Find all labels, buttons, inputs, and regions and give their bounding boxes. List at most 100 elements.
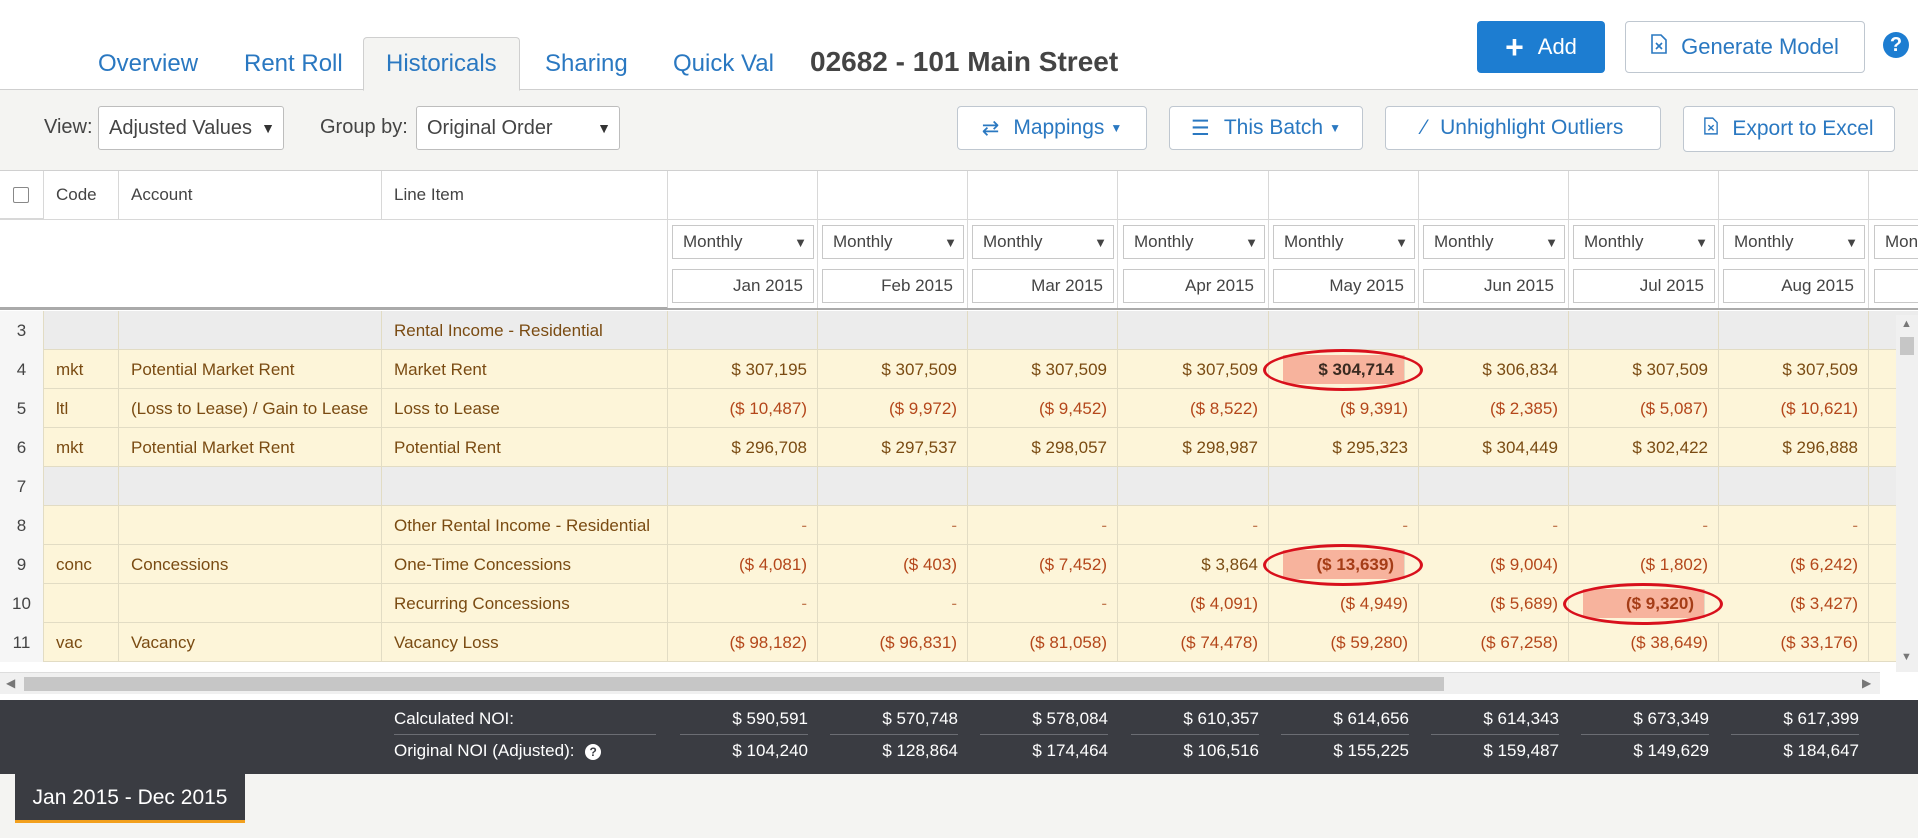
generate-model-button[interactable]: Generate Model [1625, 21, 1865, 73]
export-excel-button[interactable]: Export to Excel [1683, 106, 1895, 152]
row-value-cell: ($ 9,391) [1269, 389, 1419, 428]
row-line-item: Loss to Lease [382, 389, 668, 428]
footer-divider [1431, 734, 1559, 735]
row-account [119, 506, 382, 545]
caret-down-icon: ▼ [794, 234, 807, 250]
row-value-cell: $ 302,422 [1569, 428, 1719, 467]
row-number: 8 [0, 506, 44, 545]
table-row[interactable]: 4 mkt Potential Market Rent Market Rent $ 30… [0, 350, 1918, 389]
period-date-input[interactable]: Jun 2015 [1423, 269, 1565, 303]
row-code: ltl [44, 389, 119, 428]
period-date-input[interactable] [1874, 269, 1918, 303]
help-icon[interactable]: ? [1883, 32, 1909, 58]
row-value-cell: ($ 5,087) [1569, 389, 1719, 428]
caret-down-icon: ▼ [1545, 234, 1558, 250]
scroll-up-icon[interactable]: ▲ [1901, 318, 1912, 330]
date-range-tab[interactable]: Jan 2015 - Dec 2015 [15, 773, 245, 823]
tab-rent-roll[interactable]: Rent Roll [244, 38, 343, 90]
calculated-noi-value: $ 614,656 [1333, 709, 1409, 728]
table-row[interactable]: 6 mkt Potential Market Rent Potential Rent $… [0, 428, 1918, 467]
horizontal-scrollbar[interactable]: ◀ ▶ [0, 672, 1880, 694]
period-type-select[interactable]: Monthly ▼ [972, 225, 1114, 259]
row-account [119, 311, 382, 350]
calculated-noi-value: $ 590,591 [732, 709, 808, 728]
row-empty-cell [1119, 311, 1269, 350]
row-value-cell: ($ 1,802) [1569, 545, 1719, 584]
table-row[interactable]: 9 conc Concessions One-Time Concessions ($ 4… [0, 545, 1918, 584]
original-noi-value: $ 159,487 [1483, 741, 1559, 760]
period-date-input[interactable]: Jan 2015 [672, 269, 814, 303]
add-button[interactable]: + Add [1477, 21, 1605, 73]
period-type-select[interactable]: Monthly ▼ [672, 225, 814, 259]
table-row[interactable]: 3 Rental Income - Residential [0, 311, 1918, 350]
tab-sharing[interactable]: Sharing [545, 38, 628, 90]
table-row[interactable]: 5 ltl (Loss to Lease) / Gain to Lease Loss … [0, 389, 1918, 428]
row-value-cell: - [818, 506, 968, 545]
group-by-select[interactable]: Original Order ▼ [416, 106, 620, 150]
tab-overview[interactable]: Overview [98, 38, 198, 90]
period-type-select[interactable]: Monthly ▼ [1573, 225, 1715, 259]
footer-divider [1131, 734, 1259, 735]
select-all-checkbox[interactable] [13, 187, 29, 203]
row-number: 10 [0, 584, 44, 623]
scroll-down-icon[interactable]: ▼ [1901, 651, 1912, 663]
row-account: Vacancy [119, 623, 382, 662]
row-value-cell: - [968, 584, 1118, 623]
footer-divider [680, 734, 808, 735]
table-row[interactable]: 10 Recurring Concessions - - - ($ 4,091) ($ 4,… [0, 584, 1918, 623]
header-divider [0, 219, 1918, 220]
unhighlight-outliers-button[interactable]: ⁄ Unhighlight Outliers [1385, 106, 1661, 150]
row-line-item: Other Rental Income - Residential [382, 506, 668, 545]
row-value-cell: ($ 8,522) [1119, 389, 1269, 428]
period-type-select[interactable]: Monthly ▼ [1273, 225, 1415, 259]
period-date-input[interactable]: Mar 2015 [972, 269, 1114, 303]
calculated-noi-value: $ 617,399 [1783, 709, 1859, 728]
period-type-select[interactable]: Monthly ▼ [1423, 225, 1565, 259]
period-type-select[interactable]: Monthly ▼ [822, 225, 964, 259]
row-value-cell: - [818, 584, 968, 623]
help-icon[interactable]: ? [585, 744, 602, 760]
column-header-line-item: Line Item [382, 171, 668, 219]
row-value-cell: ($ 4,949) [1269, 584, 1419, 623]
row-value-cell: ($ 4,081) [668, 545, 818, 584]
period-date-input[interactable]: May 2015 [1273, 269, 1415, 303]
row-value-cell: ($ 9,972) [818, 389, 968, 428]
view-select[interactable]: Adjusted Values ▼ [98, 106, 284, 150]
scroll-right-icon[interactable]: ▶ [1862, 676, 1871, 690]
row-value-cell: $ 295,323 [1269, 428, 1419, 467]
row-value-cell: ($ 67,258) [1419, 623, 1569, 662]
row-value-cell: $ 3,864 [1119, 545, 1269, 584]
caret-down-icon: ▼ [1395, 234, 1408, 250]
vertical-scroll-thumb[interactable] [1900, 337, 1914, 355]
vertical-scrollbar[interactable]: ▲ ▼ [1896, 315, 1918, 672]
row-value-cell: $ 304,449 [1419, 428, 1569, 467]
table-row[interactable]: 8 Other Rental Income - Residential - - - - - -… [0, 506, 1918, 545]
row-value-cell: ($ 4,091) [1119, 584, 1269, 623]
mappings-button[interactable]: ⇄ Mappings ▼ [957, 106, 1147, 150]
period-type-select[interactable]: Monthly ▼ [1723, 225, 1865, 259]
table-row[interactable]: 7 [0, 467, 1918, 506]
row-value-cell: $ 297,537 [818, 428, 968, 467]
horizontal-scroll-thumb[interactable] [24, 677, 1444, 691]
row-number: 7 [0, 467, 44, 506]
row-empty-cell [1719, 311, 1869, 350]
row-line-item: Recurring Concessions [382, 584, 668, 623]
period-type-select[interactable]: Monthly ▼ [1123, 225, 1265, 259]
tab-historicals[interactable]: Historicals [363, 37, 520, 91]
caret-down-icon: ▼ [1329, 121, 1341, 135]
table-row[interactable]: 11 vac Vacancy Vacancy Loss ($ 98,182) ($ 96,… [0, 623, 1918, 662]
original-noi-value: $ 104,240 [732, 741, 808, 760]
scroll-left-icon[interactable]: ◀ [6, 676, 15, 690]
period-date-input[interactable]: Aug 2015 [1723, 269, 1865, 303]
tab-quick-val[interactable]: Quick Val [673, 38, 774, 90]
row-value-cell: ($ 3,427) [1719, 584, 1869, 623]
swap-arrows-icon: ⇄ [981, 116, 1000, 140]
group-by-label: Group by: [320, 116, 408, 138]
period-date-input[interactable]: Feb 2015 [822, 269, 964, 303]
row-number: 3 [0, 311, 44, 350]
period-date-input[interactable]: Jul 2015 [1573, 269, 1715, 303]
this-batch-button[interactable]: ☰ This Batch ▼ [1169, 106, 1363, 150]
period-type-select[interactable]: Mon [1874, 225, 1918, 259]
original-noi-value: $ 128,864 [882, 741, 958, 760]
period-date-input[interactable]: Apr 2015 [1123, 269, 1265, 303]
